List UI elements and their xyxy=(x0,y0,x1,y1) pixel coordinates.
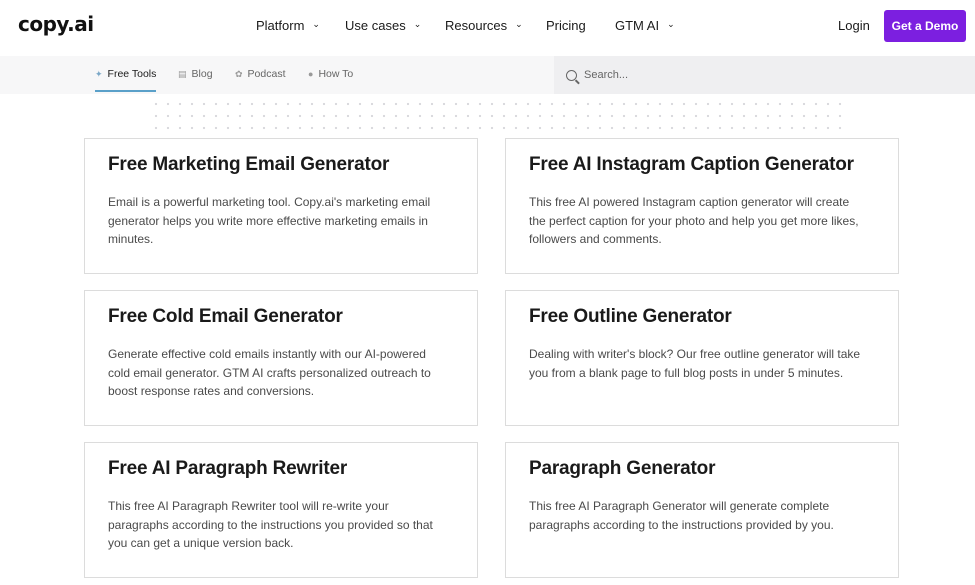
chevron-down-icon: ⌄ xyxy=(413,19,422,29)
resources-menu[interactable]: Resources ⌄ xyxy=(445,18,523,33)
tool-card-paragraph-generator[interactable]: Paragraph Generator This free AI Paragra… xyxy=(505,442,899,578)
copyai-logo[interactable]: copy.ai xyxy=(18,12,94,36)
card-description: Email is a powerful marketing tool. Copy… xyxy=(108,195,431,246)
tool-card-outline[interactable]: Free Outline Generator Dealing with writ… xyxy=(505,290,899,426)
card-title: Free AI Instagram Caption Generator xyxy=(529,154,854,175)
tab-label: How To xyxy=(318,68,354,80)
gtm-ai-menu[interactable]: GTM AI ⌄ xyxy=(615,18,675,33)
tab-how-to[interactable]: ● How To xyxy=(308,68,353,80)
search-icon xyxy=(566,69,577,81)
tool-card-cold-email[interactable]: Free Cold Email Generator Generate effec… xyxy=(84,290,478,426)
tab-free-tools[interactable]: ✦ Free Tools xyxy=(95,68,156,80)
pricing-link[interactable]: Pricing xyxy=(546,18,586,33)
card-description: Generate effective cold emails instantly… xyxy=(108,347,431,398)
platform-menu[interactable]: Platform ⌄ xyxy=(256,18,320,33)
blog-icon: ▤ xyxy=(178,68,187,79)
card-description: This free AI Paragraph Generator will ge… xyxy=(529,499,834,532)
tab-podcast[interactable]: ✿ Podcast xyxy=(235,68,286,80)
resources-label: Resources xyxy=(445,18,508,33)
search-input[interactable] xyxy=(584,69,944,81)
info-icon: ● xyxy=(308,69,314,79)
gtm-ai-label: GTM AI xyxy=(615,18,660,33)
card-description: This free AI powered Instagram caption g… xyxy=(529,195,859,246)
tab-blog[interactable]: ▤ Blog xyxy=(178,68,213,80)
dotted-decoration xyxy=(150,98,850,134)
chevron-down-icon: ⌄ xyxy=(312,19,320,29)
tools-icon: ✦ xyxy=(95,68,103,79)
podcast-icon: ✿ xyxy=(235,68,243,79)
login-link[interactable]: Login xyxy=(838,18,870,33)
use-cases-label: Use cases xyxy=(345,18,406,33)
tab-label: Podcast xyxy=(247,68,286,80)
chevron-down-icon: ⌄ xyxy=(515,19,523,29)
card-description: Dealing with writer's block? Our free ou… xyxy=(529,347,861,380)
active-tab-indicator xyxy=(95,90,156,92)
search-bar[interactable] xyxy=(554,56,975,94)
card-description: This free AI Paragraph Rewriter tool wil… xyxy=(108,499,433,550)
chevron-down-icon: ⌄ xyxy=(667,19,675,29)
get-demo-button[interactable]: Get a Demo xyxy=(884,10,966,42)
tool-card-instagram-caption[interactable]: Free AI Instagram Caption Generator This… xyxy=(505,138,899,274)
tool-card-marketing-email[interactable]: Free Marketing Email Generator Email is … xyxy=(84,138,478,274)
card-title: Free Cold Email Generator xyxy=(108,306,343,327)
tab-label: Free Tools xyxy=(107,68,157,80)
card-title: Free Outline Generator xyxy=(529,306,732,327)
top-navigation: copy.ai Platform ⌄ Use cases ⌄ Resources ⌄ … xyxy=(0,0,975,52)
logo-text: copy xyxy=(18,12,68,36)
pricing-label: Pricing xyxy=(546,18,586,33)
platform-label: Platform xyxy=(256,18,305,33)
tool-card-paragraph-rewriter[interactable]: Free AI Paragraph Rewriter This free AI … xyxy=(84,442,478,578)
card-title: Paragraph Generator xyxy=(529,458,716,479)
use-cases-menu[interactable]: Use cases ⌄ xyxy=(345,18,421,33)
tab-label: Blog xyxy=(191,68,213,80)
card-title: Free Marketing Email Generator xyxy=(108,154,390,175)
card-title: Free AI Paragraph Rewriter xyxy=(108,458,348,479)
logo-suffix: ai xyxy=(74,12,94,36)
